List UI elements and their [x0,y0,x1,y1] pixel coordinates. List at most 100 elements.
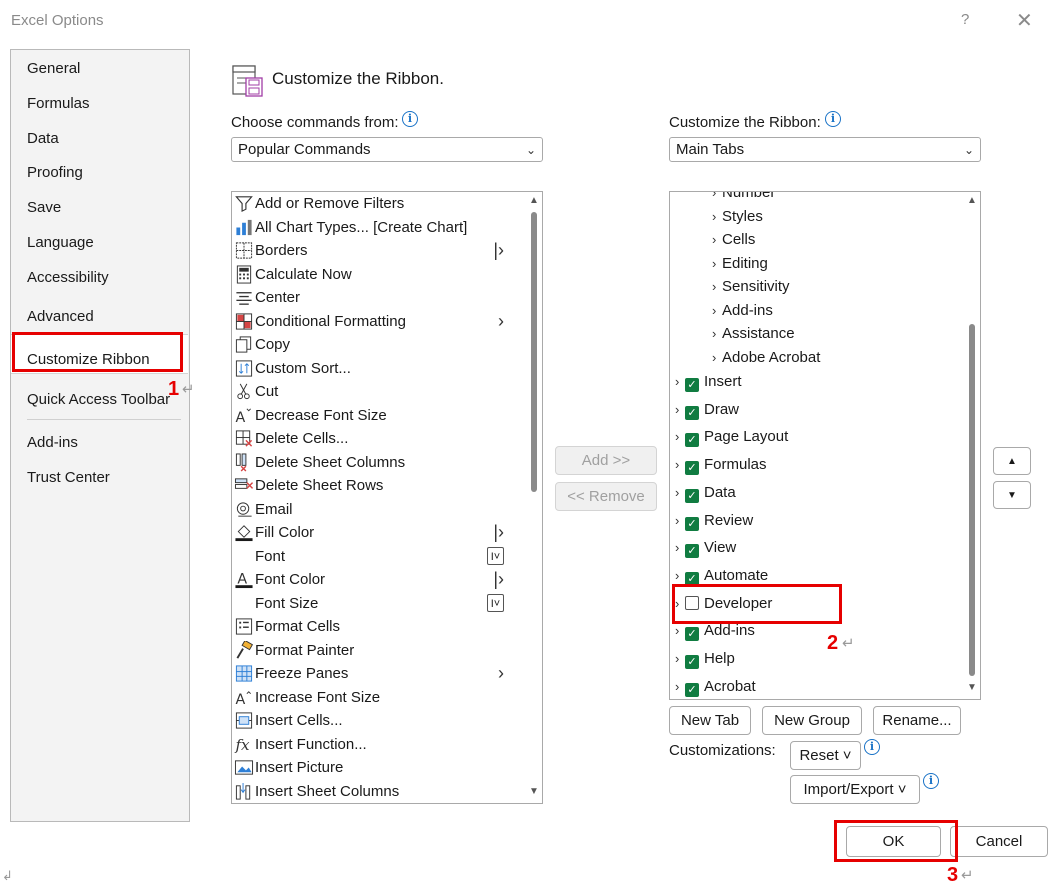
nav-item-formulas[interactable]: Formulas [27,95,90,112]
tab-checkbox[interactable]: ✓ [685,461,699,476]
ribbon-tab-item[interactable]: › ✓ Review [675,509,753,532]
reset-button[interactable]: Reset ˅ [790,741,861,770]
scroll-up-arrow-icon[interactable]: ▲ [529,195,539,206]
ribbon-tab-item[interactable]: › ✓ Data [675,481,736,504]
command-list-item[interactable]: A Increase Font Size [232,686,526,709]
chevron-right-icon[interactable]: › [675,425,685,448]
chevron-right-icon[interactable]: › [675,481,685,504]
chevron-right-icon[interactable]: › [675,453,685,476]
chevron-right-icon[interactable]: › [675,647,685,670]
chevron-right-icon[interactable]: › [675,509,685,532]
scroll-down-arrow-icon[interactable]: ▼ [967,682,977,693]
chevron-right-icon[interactable]: › [712,192,722,204]
ribbon-tab-item[interactable]: › ✓ Acrobat [675,675,756,698]
new-tab-button[interactable]: New Tab [669,706,751,735]
nav-item-proofing[interactable]: Proofing [27,164,83,181]
info-icon[interactable]: i [923,773,939,789]
chevron-right-icon[interactable]: › [675,370,685,393]
nav-item-quick-access-toolbar[interactable]: Quick Access Toolbar [27,391,170,408]
ribbon-group-item[interactable]: › Adobe Acrobat [712,346,820,369]
tab-checkbox[interactable]: ✓ [685,655,699,669]
command-list-item[interactable]: Conditional Formatting › [232,310,526,333]
command-list-item[interactable]: Cut [232,380,526,403]
chevron-right-icon[interactable]: › [712,322,722,345]
command-list-item[interactable]: Delete Cells... [232,427,526,450]
move-up-button[interactable]: ▲ [993,447,1031,475]
ribbon-tab-item[interactable]: › ✓ View [675,536,736,559]
ribbon-group-item[interactable]: › Assistance [712,322,795,345]
chevron-right-icon[interactable]: › [712,275,722,298]
nav-item-accessibility[interactable]: Accessibility [27,269,109,286]
cancel-button[interactable]: Cancel [950,826,1048,857]
tab-checkbox[interactable]: ✓ [685,516,699,531]
close-button[interactable]: ✕ [1016,8,1033,33]
choose-commands-dropdown[interactable]: Popular Commands ⌄ [231,137,543,162]
tab-checkbox[interactable]: ✓ [685,682,699,697]
scroll-thumb[interactable] [531,212,537,492]
new-group-button[interactable]: New Group [762,706,862,735]
ribbon-tab-item[interactable]: › ✓ Formulas [675,453,767,476]
tab-checkbox[interactable]: ✓ [685,627,699,642]
command-list-item[interactable]: Freeze Panes › [232,662,526,685]
scroll-down-arrow-icon[interactable]: ▼ [529,786,539,797]
remove-button[interactable]: << Remove [555,482,657,511]
nav-item-general[interactable]: General [27,60,80,77]
chevron-right-icon[interactable]: › [675,398,685,421]
tab-checkbox[interactable]: ✓ [685,544,699,559]
command-list-item[interactable]: A Decrease Font Size [232,404,526,427]
ribbon-group-item[interactable]: › Number [712,192,775,204]
rename-button[interactable]: Rename... [873,706,961,735]
command-list-item[interactable]: All Chart Types... [Create Chart] [232,216,526,239]
ribbon-group-item[interactable]: › Add-ins [712,299,773,322]
add-button[interactable]: Add >> [555,446,657,475]
scroll-up-arrow-icon[interactable]: ▲ [967,195,977,206]
tab-checkbox[interactable]: ✓ [685,488,699,503]
ribbon-tab-item[interactable]: › ✓ Page Layout [675,425,788,448]
chevron-right-icon[interactable]: › [712,252,722,275]
nav-item-data[interactable]: Data [27,130,59,147]
chevron-right-icon[interactable]: › [712,346,722,369]
command-list-item[interactable]: Delete Sheet Rows [232,474,526,497]
chevron-right-icon[interactable]: › [712,228,722,251]
chevron-right-icon[interactable]: › [675,536,685,559]
scroll-thumb[interactable] [969,324,975,676]
move-down-button[interactable]: ▼ [993,481,1031,509]
ribbon-tab-item[interactable]: › ✓ Help [675,647,735,670]
command-list-item[interactable]: fx Insert Function... [232,733,526,756]
chevron-right-icon[interactable]: › [675,675,685,698]
command-list-item[interactable]: Font I˅ [232,545,526,568]
ribbon-group-item[interactable]: › Styles [712,205,763,228]
ribbon-group-item[interactable]: › Sensitivity [712,275,790,298]
ribbon-group-item[interactable]: › Cells [712,228,755,251]
info-icon[interactable]: i [825,111,841,127]
customize-ribbon-dropdown[interactable]: Main Tabs ⌄ [669,137,981,162]
tab-checkbox[interactable]: ✓ [685,405,699,420]
tab-checkbox[interactable]: ✓ [685,378,699,392]
ribbon-tab-item[interactable]: › ✓ Insert [675,370,742,393]
commands-list[interactable]: Add or Remove Filters All Chart Types... … [231,191,543,804]
nav-item-save[interactable]: Save [27,199,61,216]
command-list-item[interactable]: Delete Sheet Columns [232,451,526,474]
command-list-item[interactable]: Format Painter [232,639,526,662]
info-icon[interactable]: i [402,111,418,127]
command-list-item[interactable]: Insert Picture [232,756,526,779]
command-list-item[interactable]: Insert Cells... [232,709,526,732]
command-list-item[interactable]: Center [232,286,526,309]
ribbon-group-item[interactable]: › Editing [712,252,768,275]
nav-item-trust-center[interactable]: Trust Center [27,469,110,486]
command-list-item[interactable]: Font Size I˅ [232,592,526,615]
chevron-right-icon[interactable]: › [712,205,722,228]
command-list-item[interactable]: Copy [232,333,526,356]
command-list-item[interactable]: Email [232,498,526,521]
import-export-button[interactable]: Import/Export ˅ [790,775,920,804]
command-list-item[interactable]: Borders |› [232,239,526,262]
command-list-item[interactable]: A Font Color |› [232,568,526,591]
nav-item-advanced[interactable]: Advanced [27,308,94,325]
chevron-right-icon[interactable]: › [712,299,722,322]
command-list-item[interactable]: Insert Sheet Columns [232,780,526,803]
nav-item-add-ins[interactable]: Add-ins [27,434,78,451]
ribbon-tab-item[interactable]: › ✓ Draw [675,398,739,421]
command-list-item[interactable]: Calculate Now [232,263,526,286]
command-list-item[interactable]: Custom Sort... [232,357,526,380]
commands-scrollbar[interactable]: ▲ ▼ [526,192,542,803]
